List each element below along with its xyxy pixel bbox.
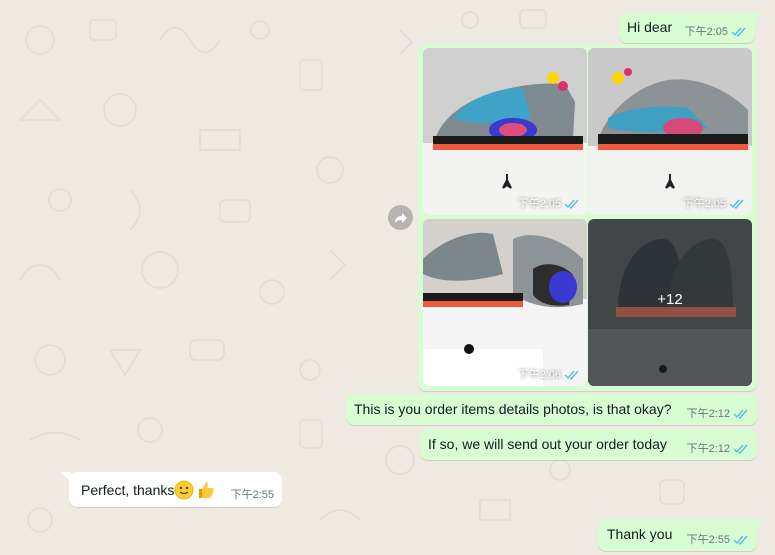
message-meta: 下午2:12: [687, 405, 749, 421]
bubble-tail: [61, 472, 71, 482]
message-text-content: Perfect, thanks: [81, 482, 175, 498]
photo-meta: 下午2:06: [518, 366, 580, 382]
message-text: This is you order items details photos, …: [354, 401, 672, 417]
photo-time: 下午2:05: [682, 198, 726, 210]
message-text: Thank you: [607, 526, 673, 542]
message-time: 下午2:05: [684, 26, 728, 38]
double-check-read-icon: [731, 27, 746, 37]
photo-meta: 下午2:05: [683, 195, 745, 211]
message-outgoing[interactable]: Hi dear 下午2:05: [619, 13, 763, 43]
message-outgoing[interactable]: This is you order items details photos, …: [346, 394, 757, 425]
message-time: 下午2:12: [686, 443, 730, 455]
double-check-read-icon: [733, 444, 748, 454]
message-time: 下午2:55: [230, 489, 274, 501]
bubble-tail: [753, 13, 763, 23]
album-photo[interactable]: +12: [588, 219, 752, 386]
double-check-read-icon: [733, 409, 748, 419]
double-check-read-icon: [564, 199, 579, 209]
photo-meta: 下午2:05: [518, 195, 580, 211]
album-photo[interactable]: 下午2:05: [588, 48, 752, 215]
album-photo[interactable]: 下午2:05: [423, 48, 587, 215]
photo-album: 下午2:05 下午2:05 下午2:06 +12: [418, 44, 757, 391]
double-check-read-icon: [733, 535, 748, 545]
message-text: Perfect, thanks: [81, 480, 216, 500]
more-photos-count: +12: [657, 291, 683, 308]
message-meta: 下午2:12: [687, 440, 749, 456]
message-meta: 下午2:05: [685, 23, 747, 39]
message-meta: 下午2:55: [231, 486, 274, 502]
message-time: 下午2:55: [686, 534, 730, 546]
double-check-read-icon: [729, 199, 744, 209]
double-check-read-icon: [564, 370, 579, 380]
forward-arrow-icon[interactable]: [388, 205, 413, 230]
message-outgoing[interactable]: If so, we will send out your order today…: [420, 429, 757, 460]
message-time: 下午2:12: [686, 408, 730, 420]
message-text: If so, we will send out your order today: [428, 436, 667, 452]
message-text: Hi dear: [627, 19, 673, 35]
photo-time: 下午2:06: [517, 369, 561, 381]
slightly-smiling-face-icon: [174, 480, 194, 500]
message-incoming[interactable]: Perfect, thanks 下午2:55: [61, 472, 282, 507]
thumbs-up-icon: [199, 482, 215, 498]
message-outgoing[interactable]: Thank you 下午2:55: [598, 519, 765, 551]
bubble-tail: [755, 519, 765, 529]
photo-time: 下午2:05: [517, 198, 561, 210]
album-photo[interactable]: 下午2:06: [423, 219, 587, 386]
message-meta: 下午2:55: [687, 531, 749, 547]
